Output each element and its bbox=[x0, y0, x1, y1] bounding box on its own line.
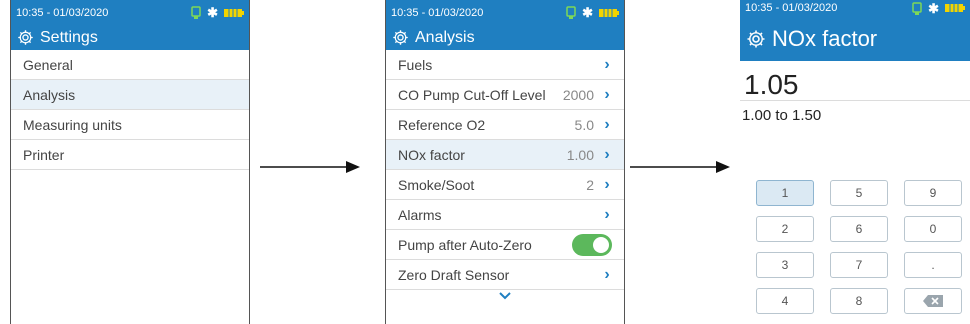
probe-icon bbox=[566, 6, 576, 19]
arrow-right-icon bbox=[630, 161, 730, 173]
menu-item-nox-factor[interactable]: NOx factor 1.00 › bbox=[386, 140, 624, 170]
gear-icon bbox=[393, 30, 408, 45]
menu-item-measuring-units[interactable]: Measuring units bbox=[11, 110, 249, 140]
numeric-keypad: 1 5 9 2 6 0 3 7 . 4 8 bbox=[756, 180, 962, 314]
menu-item-label: NOx factor bbox=[398, 146, 465, 163]
key-4[interactable]: 4 bbox=[756, 288, 814, 314]
scroll-down-button[interactable] bbox=[386, 290, 624, 304]
menu-item-label: Analysis bbox=[23, 86, 76, 103]
nox-factor-screen: 10:35 - 01/03/2020 ✱ NOx factor 1.05 1.0… bbox=[740, 0, 970, 324]
page-title: NOx factor bbox=[772, 25, 878, 51]
menu-item-label: Fuels bbox=[398, 56, 433, 73]
menu-item-label: Measuring units bbox=[23, 116, 122, 133]
probe-icon bbox=[912, 1, 922, 15]
menu-item-label: Printer bbox=[23, 146, 65, 163]
title-bar: Analysis bbox=[386, 25, 624, 50]
battery-icon bbox=[224, 8, 244, 17]
menu-item-value: 2 bbox=[586, 176, 594, 193]
chevron-right-icon: › bbox=[604, 115, 610, 133]
menu-item-co-pump-cutoff[interactable]: CO Pump Cut-Off Level 2000 › bbox=[386, 80, 624, 110]
menu-item-smoke-soot[interactable]: Smoke/Soot 2 › bbox=[386, 170, 624, 200]
menu-item-label: CO Pump Cut-Off Level bbox=[398, 86, 546, 103]
menu-item-printer[interactable]: Printer bbox=[11, 140, 249, 170]
nox-value-input[interactable]: 1.05 bbox=[740, 61, 970, 101]
key-decimal[interactable]: . bbox=[904, 252, 962, 278]
status-bar: 10:35 - 01/03/2020 ✱ bbox=[11, 0, 249, 25]
status-bar: 10:35 - 01/03/2020 ✱ bbox=[386, 0, 624, 25]
chevron-right-icon: › bbox=[604, 85, 610, 103]
backspace-icon bbox=[923, 295, 943, 307]
chevron-right-icon: › bbox=[604, 205, 610, 223]
menu-item-alarms[interactable]: Alarms › bbox=[386, 200, 624, 230]
menu-item-label: Smoke/Soot bbox=[398, 176, 475, 193]
status-time: 10:35 - 01/03/2020 bbox=[16, 6, 109, 19]
menu-item-label: Reference O2 bbox=[398, 116, 486, 133]
battery-icon bbox=[599, 8, 619, 17]
key-3[interactable]: 3 bbox=[756, 252, 814, 278]
menu-item-fuels[interactable]: Fuels › bbox=[386, 50, 624, 80]
status-time: 10:35 - 01/03/2020 bbox=[745, 2, 838, 14]
key-1[interactable]: 1 bbox=[756, 180, 814, 206]
bluetooth-icon: ✱ bbox=[928, 0, 939, 16]
key-2[interactable]: 2 bbox=[756, 216, 814, 242]
bluetooth-icon: ✱ bbox=[582, 5, 593, 20]
menu-item-zero-draft-sensor[interactable]: Zero Draft Sensor › bbox=[386, 260, 624, 290]
page-title: Analysis bbox=[415, 28, 475, 46]
gear-icon bbox=[18, 30, 33, 45]
key-5[interactable]: 5 bbox=[830, 180, 888, 206]
title-bar: NOx factor bbox=[740, 16, 970, 61]
menu-item-label: Alarms bbox=[398, 206, 442, 223]
menu-item-label: Pump after Auto-Zero bbox=[398, 236, 532, 253]
key-9[interactable]: 9 bbox=[904, 180, 962, 206]
menu-item-value: 2000 bbox=[562, 86, 594, 103]
menu-item-analysis[interactable]: Analysis bbox=[11, 80, 249, 110]
nox-range-hint: 1.00 to 1.50 bbox=[742, 107, 822, 124]
chevron-down-icon bbox=[499, 292, 511, 300]
gear-icon bbox=[747, 30, 765, 47]
toggle-knob bbox=[593, 236, 609, 253]
key-0[interactable]: 0 bbox=[904, 216, 962, 242]
page-title: Settings bbox=[40, 28, 98, 46]
chevron-right-icon: › bbox=[604, 265, 610, 283]
settings-menu: General Analysis Measuring units Printer bbox=[11, 50, 249, 170]
backspace-button[interactable] bbox=[904, 288, 962, 314]
battery-icon bbox=[945, 4, 965, 12]
title-bar: Settings bbox=[11, 25, 249, 50]
menu-item-general[interactable]: General bbox=[11, 50, 249, 80]
menu-item-reference-o2[interactable]: Reference O2 5.0 › bbox=[386, 110, 624, 140]
key-6[interactable]: 6 bbox=[830, 216, 888, 242]
menu-item-label: Zero Draft Sensor bbox=[398, 266, 510, 283]
chevron-right-icon: › bbox=[604, 145, 610, 163]
analysis-screen: 10:35 - 01/03/2020 ✱ Analysis Fuels › CO… bbox=[385, 0, 625, 324]
bluetooth-icon: ✱ bbox=[207, 5, 218, 20]
probe-icon bbox=[191, 6, 201, 19]
arrow-right-icon bbox=[260, 161, 360, 173]
key-8[interactable]: 8 bbox=[830, 288, 888, 314]
chevron-right-icon: › bbox=[604, 175, 610, 193]
chevron-right-icon: › bbox=[604, 55, 610, 73]
settings-screen: 10:35 - 01/03/2020 ✱ Settings General An… bbox=[10, 0, 250, 324]
analysis-menu: Fuels › CO Pump Cut-Off Level 2000 › Ref… bbox=[386, 50, 624, 290]
status-time: 10:35 - 01/03/2020 bbox=[391, 6, 484, 19]
menu-item-value: 1.00 bbox=[566, 146, 594, 163]
pump-after-autozero-toggle[interactable] bbox=[572, 233, 612, 256]
menu-item-pump-after-autozero: Pump after Auto-Zero bbox=[386, 230, 624, 260]
menu-item-label: General bbox=[23, 56, 73, 73]
status-bar: 10:35 - 01/03/2020 ✱ bbox=[740, 0, 970, 16]
menu-item-value: 5.0 bbox=[574, 116, 594, 133]
key-7[interactable]: 7 bbox=[830, 252, 888, 278]
